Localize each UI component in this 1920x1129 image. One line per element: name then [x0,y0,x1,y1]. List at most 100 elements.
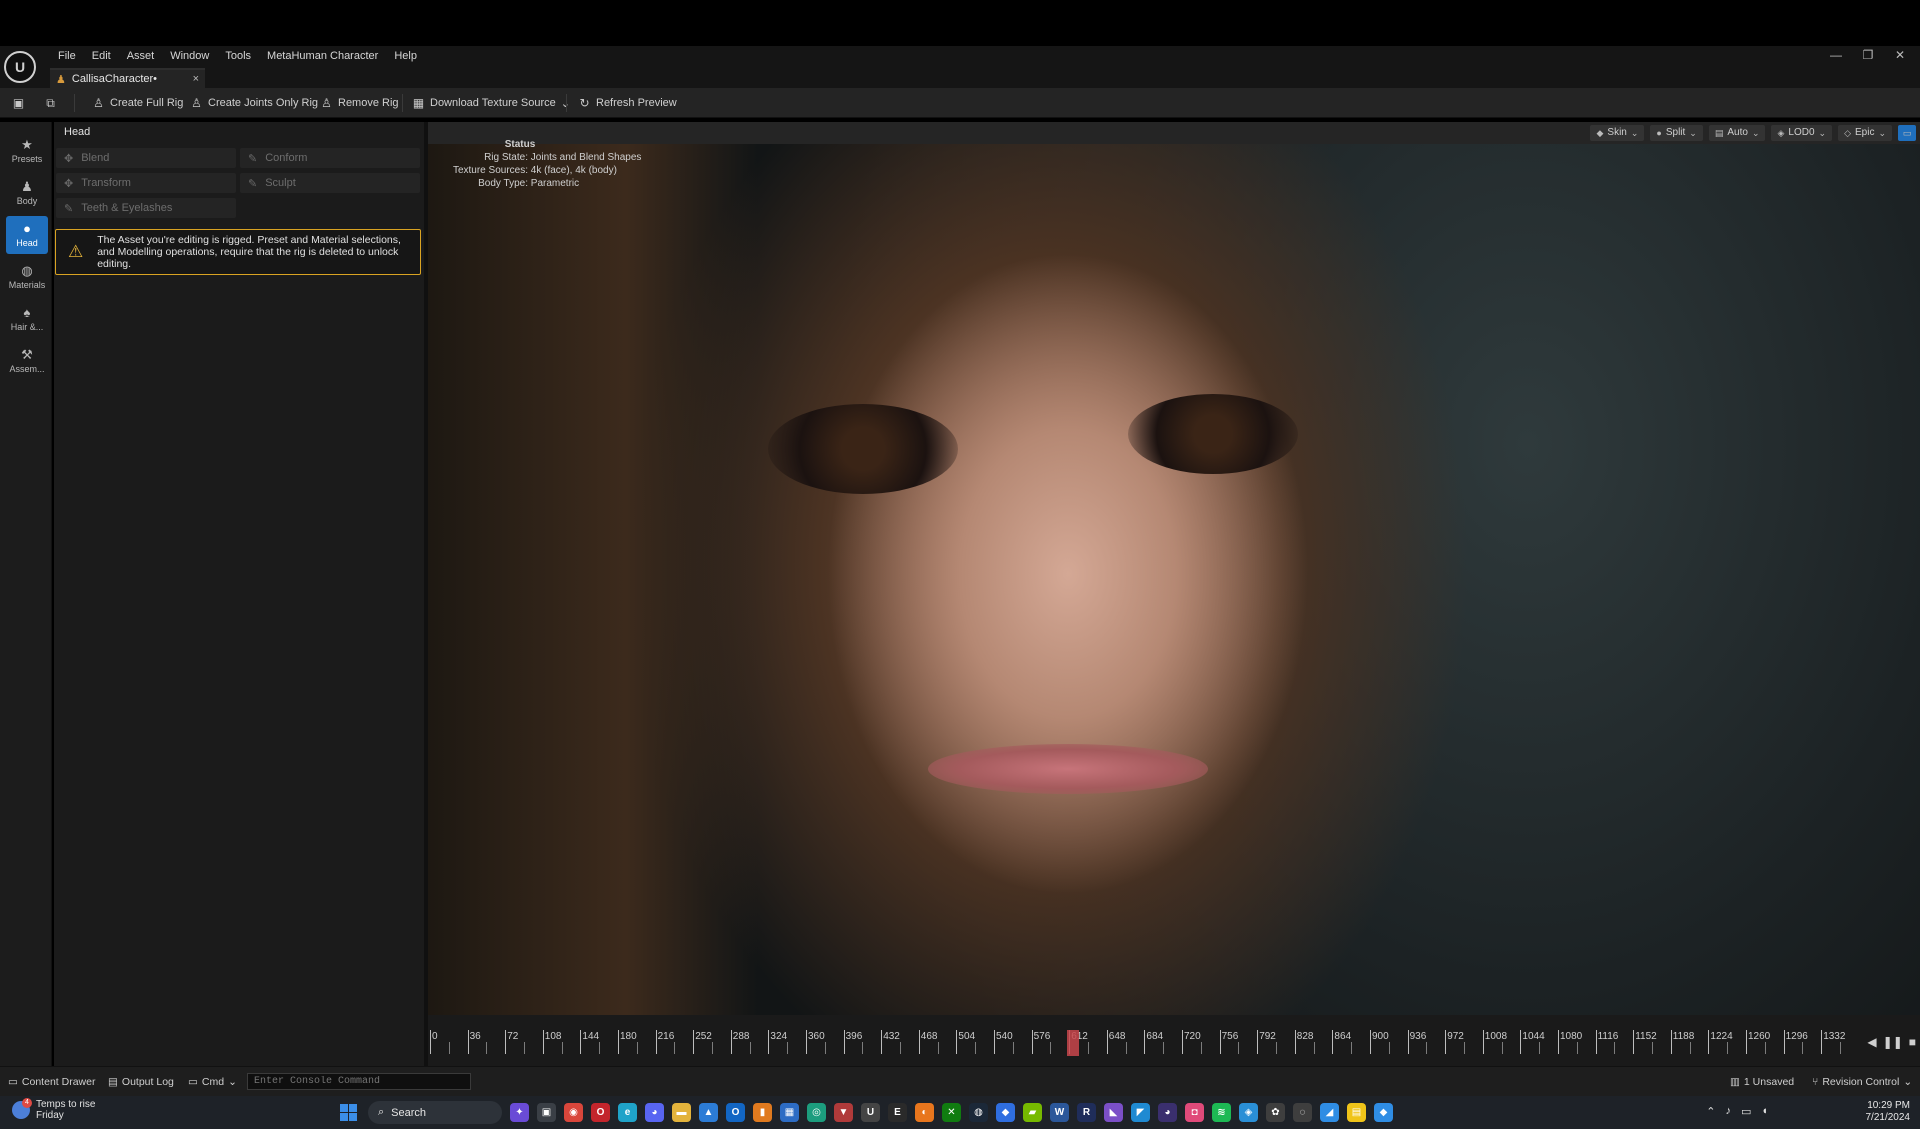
output-log-button[interactable]: ▤ Output Log [108,1076,174,1088]
weather-text: Temps to rise Friday [36,1099,95,1121]
sculpt-icon: ✎ [248,177,258,190]
visual-studio-icon[interactable]: ◣ [1104,1103,1123,1122]
r-icon[interactable]: R [1077,1103,1096,1122]
discord-icon[interactable]: ◕ [645,1103,664,1122]
minimize-button[interactable]: — [1820,48,1852,62]
menu-edit[interactable]: Edit [84,49,119,63]
spotify-icon[interactable]: ≋ [1212,1103,1231,1122]
xbox-icon[interactable]: ✕ [942,1103,961,1122]
timeline[interactable]: 0 36 72 108 144 180 216 252 288 324 360 396 432 468 50… [428,1015,1920,1066]
volume-icon[interactable]: ◖ [1761,1105,1768,1118]
content-drawer-button[interactable]: ▭ Content Drawer [8,1076,95,1088]
amazon-icon[interactable]: ▮ [753,1103,772,1122]
timeline-playhead[interactable] [1067,1030,1080,1056]
teeth-eyelashes-button[interactable]: ✎ Teeth & Eyelashes [56,198,236,218]
save-button[interactable]: ▣ [12,94,25,112]
unreal-logo-icon[interactable]: U [4,51,36,83]
copilot-icon[interactable]: ✦ [510,1103,529,1122]
nvidia-icon[interactable]: ▰ [1023,1103,1042,1122]
sticky-notes-icon[interactable]: ▤ [1347,1103,1366,1122]
transform-button[interactable]: ✥ Transform [56,173,236,193]
remove-rig-button[interactable]: ♙ Remove Rig [320,94,398,112]
steam-icon[interactable]: ◍ [969,1103,988,1122]
timeline-minor-tick [749,1042,751,1054]
sculpt-button[interactable]: ✎ Sculpt [240,173,420,193]
timeline-minor-tick [636,1042,638,1054]
file-explorer-icon[interactable]: ▬ [672,1103,691,1122]
rail-item-label: Presets [11,154,43,164]
store-icon[interactable]: ▦ [780,1103,799,1122]
close-tab-icon[interactable]: × [193,73,199,85]
quality-dropdown[interactable]: ◇ Epic ⌄ [1838,125,1892,141]
epic-games-icon[interactable]: E [888,1103,907,1122]
menu-metahuman-character[interactable]: MetaHuman Character [259,49,386,63]
app-icon[interactable]: ◆ [1374,1103,1393,1122]
close-button[interactable]: ✕ [1884,48,1916,62]
rail-item-label: Assem... [9,364,45,374]
console-input[interactable] [247,1073,471,1090]
viewport[interactable]: ◆ Skin ⌄ ● Split ⌄ ▤ Auto ⌄ ◈ LOD0 ⌄ ◇ Epic ⌄ ▭ St… [428,122,1920,1015]
unsaved-button[interactable]: ▥ 1 Unsaved [1730,1076,1794,1088]
github-icon[interactable]: ◕ [1158,1103,1177,1122]
create-joints-only-rig-button[interactable]: ♙ Create Joints Only Rig [190,94,318,112]
vscode-icon[interactable]: ◤ [1131,1103,1150,1122]
create-full-rig-button[interactable]: ♙ Create Full Rig [92,94,183,112]
document-tab[interactable]: ♟ CallisaCharacter• × [50,68,205,88]
rail-item-body[interactable]: ♟ Body [6,174,48,212]
rail-item-assembly[interactable]: ⚒ Assem... [6,342,48,380]
opera-icon[interactable]: O [591,1103,610,1122]
split-dropdown[interactable]: ● Split ⌄ [1650,125,1703,141]
photos-icon[interactable]: ▲ [699,1103,718,1122]
menu-tools[interactable]: Tools [217,49,259,63]
weather-widget[interactable]: 4 Temps to rise Friday [12,1098,95,1121]
cmd-dropdown[interactable]: ▭ Cmd ⌄ [188,1076,237,1088]
unreal-engine-icon[interactable]: U [861,1103,880,1122]
download-texture-source-dropdown[interactable]: ▦Download Texture Source⌄ [412,94,570,112]
rail-item-materials[interactable]: ◍ Materials [6,258,48,296]
play-reverse-icon[interactable]: ◀ [1867,1035,1876,1049]
app-icon[interactable]: ▼ [834,1103,853,1122]
timeline-tick-label: 288 [732,1031,750,1042]
app-icon[interactable]: ◌ [1293,1103,1312,1122]
chrome-icon[interactable]: ◉ [564,1103,583,1122]
word-icon[interactable]: W [1050,1103,1069,1122]
menu-asset[interactable]: Asset [119,49,163,63]
app-icon[interactable]: ◎ [807,1103,826,1122]
transform-icon: ✥ [64,177,74,190]
rail-item-presets[interactable]: ★ Presets [6,132,48,170]
camera-view-button[interactable]: ▭ [1898,125,1916,141]
edge-icon[interactable]: e [618,1103,637,1122]
app-icon[interactable]: ◆ [996,1103,1015,1122]
taskbar-search[interactable]: ⌕ Search [368,1101,502,1124]
browse-button[interactable]: ⧉ [44,94,57,112]
menu-file[interactable]: File [50,49,84,63]
app-icon[interactable]: ◢ [1320,1103,1339,1122]
outlook-icon[interactable]: O [726,1103,745,1122]
rail-item-head[interactable]: ● Head [6,216,48,254]
conform-button[interactable]: ✎ Conform [240,148,420,168]
blend-button[interactable]: ✥ Blend [56,148,236,168]
blender-icon[interactable]: ◐ [915,1103,934,1122]
revision-control-dropdown[interactable]: ⑂ Revision Control ⌄ [1812,1076,1912,1088]
menu-help[interactable]: Help [386,49,425,63]
timeline-ruler[interactable]: 0 36 72 108 144 180 216 252 288 324 360 396 432 468 50… [430,1030,1854,1056]
timeline-minor-tick [712,1042,713,1054]
windows-start-icon[interactable] [340,1104,357,1121]
network-icon[interactable]: ▭ [1741,1105,1751,1118]
menu-window[interactable]: Window [162,49,217,63]
chevron-up-icon[interactable]: ⌃ [1706,1105,1715,1118]
clock[interactable]: 10:29 PM 7/21/2024 [1866,1100,1911,1124]
pause-icon[interactable]: ❚❚ [1883,1035,1903,1049]
app-icon[interactable]: ✿ [1266,1103,1285,1122]
skin-dropdown[interactable]: ◆ Skin ⌄ [1590,125,1645,141]
stop-icon[interactable]: ■ [1909,1035,1916,1049]
auto-dropdown[interactable]: ▤ Auto ⌄ [1708,125,1766,141]
rail-item-hair[interactable]: ♠ Hair &... [6,300,48,338]
lod-dropdown[interactable]: ◈ LOD0 ⌄ [1771,125,1833,141]
microphone-icon[interactable]: ♪ [1725,1105,1731,1118]
app-icon[interactable]: ◘ [1185,1103,1204,1122]
refresh-preview-button[interactable]: ↻ Refresh Preview [578,94,676,112]
task-view-icon[interactable]: ▣ [537,1103,556,1122]
restore-button[interactable]: ❐ [1852,48,1884,62]
app-icon[interactable]: ◈ [1239,1103,1258,1122]
